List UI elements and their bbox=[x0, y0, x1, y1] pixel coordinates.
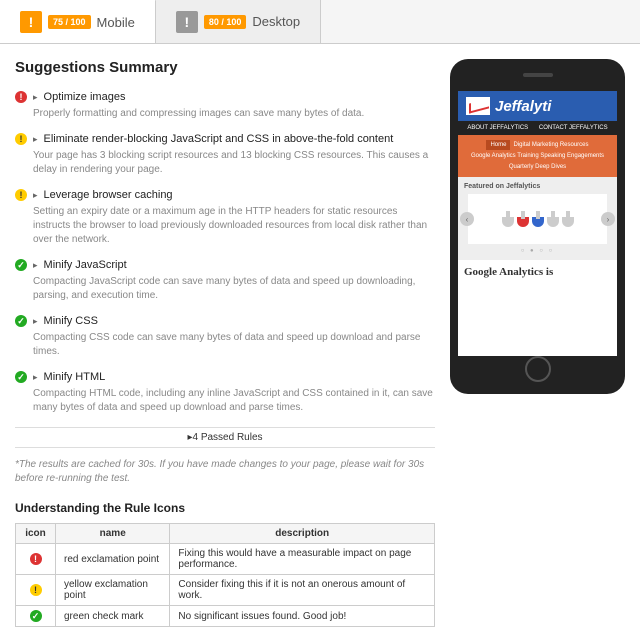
green-exclamation-icon: ✓ bbox=[15, 315, 27, 327]
brand-name: Jeffalyti bbox=[495, 98, 551, 115]
suggestion-title: Minify CSS bbox=[44, 315, 98, 327]
expand-arrow-icon: ▸ bbox=[33, 92, 38, 103]
expand-arrow-icon: ▸ bbox=[33, 372, 38, 383]
icon-name-cell: yellow exclamation point bbox=[56, 575, 170, 606]
yellow-exclamation-icon: ! bbox=[15, 133, 27, 145]
suggestion-toggle[interactable]: ✓ ▸ Minify JavaScript bbox=[15, 259, 435, 271]
table-row: ✓ green check mark No significant issues… bbox=[16, 606, 435, 627]
preview-menu: ABOUT JEFFALYTICS CONTACT JEFFALYTICS bbox=[458, 121, 617, 135]
preview-nav: HomeDigital Marketing Resources Google A… bbox=[458, 135, 617, 177]
expand-arrow-icon: ▸ bbox=[33, 260, 38, 271]
suggestion-description: Compacting CSS code can save many bytes … bbox=[33, 331, 435, 359]
red-exclamation-icon: ! bbox=[15, 91, 27, 103]
suggestion-title: Minify HTML bbox=[44, 371, 106, 383]
icons-table: iconnamedescription ! red exclamation po… bbox=[15, 523, 435, 627]
green-exclamation-icon: ✓ bbox=[15, 371, 27, 383]
cache-note: *The results are cached for 30s. If you … bbox=[15, 458, 435, 486]
tab-bar: ! 75 / 100 Mobile ! 80 / 100 Desktop bbox=[0, 0, 640, 44]
table-row: ! red exclamation point Fixing this woul… bbox=[16, 544, 435, 575]
icons-heading: Understanding the Rule Icons bbox=[15, 501, 435, 515]
tab-desktop[interactable]: ! 80 / 100 Desktop bbox=[156, 0, 321, 43]
expand-arrow-icon: ▸ bbox=[33, 190, 38, 201]
page-title: Suggestions Summary bbox=[15, 59, 435, 76]
preview-featured: Featured on Jeffalytics ‹ › ○ ● ○ ○ bbox=[458, 177, 617, 260]
suggestion-title: Leverage browser caching bbox=[44, 189, 173, 201]
table-header: description bbox=[170, 524, 435, 544]
suggestion-toggle[interactable]: ✓ ▸ Minify HTML bbox=[15, 371, 435, 383]
yellow-exclamation-icon: ! bbox=[15, 189, 27, 201]
expand-arrow-icon: ▸ bbox=[33, 134, 38, 145]
desktop-score-badge: 80 / 100 bbox=[204, 15, 247, 29]
suggestion-toggle[interactable]: ✓ ▸ Minify CSS bbox=[15, 315, 435, 327]
table-header: icon bbox=[16, 524, 56, 544]
green-exclamation-icon: ✓ bbox=[15, 259, 27, 271]
icon-name-cell: green check mark bbox=[56, 606, 170, 627]
suggestion-toggle[interactable]: ! ▸ Eliminate render-blocking JavaScript… bbox=[15, 133, 435, 145]
green-icon: ✓ bbox=[30, 610, 42, 622]
yellow-icon: ! bbox=[30, 584, 42, 596]
suggestion-item: ✓ ▸ Minify JavaScript Compacting JavaScr… bbox=[15, 259, 435, 303]
preview-headline: Google Analytics is bbox=[458, 260, 617, 284]
icon-desc-cell: No significant issues found. Good job! bbox=[170, 606, 435, 627]
icon-desc-cell: Fixing this would have a measurable impa… bbox=[170, 544, 435, 575]
slider-next-icon: › bbox=[601, 212, 615, 226]
tab-label: Desktop bbox=[252, 14, 300, 29]
suggestion-description: Properly formatting and compressing imag… bbox=[33, 107, 435, 121]
red-icon: ! bbox=[30, 553, 42, 565]
desktop-alert-icon: ! bbox=[176, 11, 198, 33]
slider-dots: ○ ● ○ ○ bbox=[464, 248, 611, 254]
suggestion-description: Setting an expiry date or a maximum age … bbox=[33, 205, 435, 247]
suggestion-title: Eliminate render-blocking JavaScript and… bbox=[44, 133, 394, 145]
passed-rules-toggle[interactable]: ▸4 Passed Rules bbox=[15, 427, 435, 448]
icon-name-cell: red exclamation point bbox=[56, 544, 170, 575]
suggestion-description: Compacting HTML code, including any inli… bbox=[33, 387, 435, 415]
preview-screen: Jeffalyti ABOUT JEFFALYTICS CONTACT JEFF… bbox=[458, 91, 617, 356]
suggestion-title: Optimize images bbox=[44, 91, 126, 103]
tab-mobile[interactable]: ! 75 / 100 Mobile bbox=[0, 0, 156, 43]
suggestion-item: ✓ ▸ Minify HTML Compacting HTML code, in… bbox=[15, 371, 435, 415]
mobile-score-badge: 75 / 100 bbox=[48, 15, 91, 29]
suggestion-item: ! ▸ Leverage browser caching Setting an … bbox=[15, 189, 435, 247]
suggestion-item: ✓ ▸ Minify CSS Compacting CSS code can s… bbox=[15, 315, 435, 359]
table-row: ! yellow exclamation point Consider fixi… bbox=[16, 575, 435, 606]
icon-desc-cell: Consider fixing this if it is not an one… bbox=[170, 575, 435, 606]
mobile-alert-icon: ! bbox=[20, 11, 42, 33]
brand-chart-icon bbox=[466, 97, 490, 115]
tab-label: Mobile bbox=[97, 15, 135, 30]
suggestion-description: Your page has 3 blocking script resource… bbox=[33, 149, 435, 177]
preview-logo-bar: Jeffalyti bbox=[458, 91, 617, 121]
table-header: name bbox=[56, 524, 170, 544]
suggestion-description: Compacting JavaScript code can save many… bbox=[33, 275, 435, 303]
device-preview: Jeffalyti ABOUT JEFFALYTICS CONTACT JEFF… bbox=[450, 59, 625, 394]
slider-prev-icon: ‹ bbox=[460, 212, 474, 226]
suggestion-title: Minify JavaScript bbox=[44, 259, 127, 271]
suggestion-item: ! ▸ Eliminate render-blocking JavaScript… bbox=[15, 133, 435, 177]
suggestion-toggle[interactable]: ! ▸ Optimize images bbox=[15, 91, 435, 103]
suggestion-item: ! ▸ Optimize images Properly formatting … bbox=[15, 91, 435, 121]
expand-arrow-icon: ▸ bbox=[33, 316, 38, 327]
suggestion-toggle[interactable]: ! ▸ Leverage browser caching bbox=[15, 189, 435, 201]
